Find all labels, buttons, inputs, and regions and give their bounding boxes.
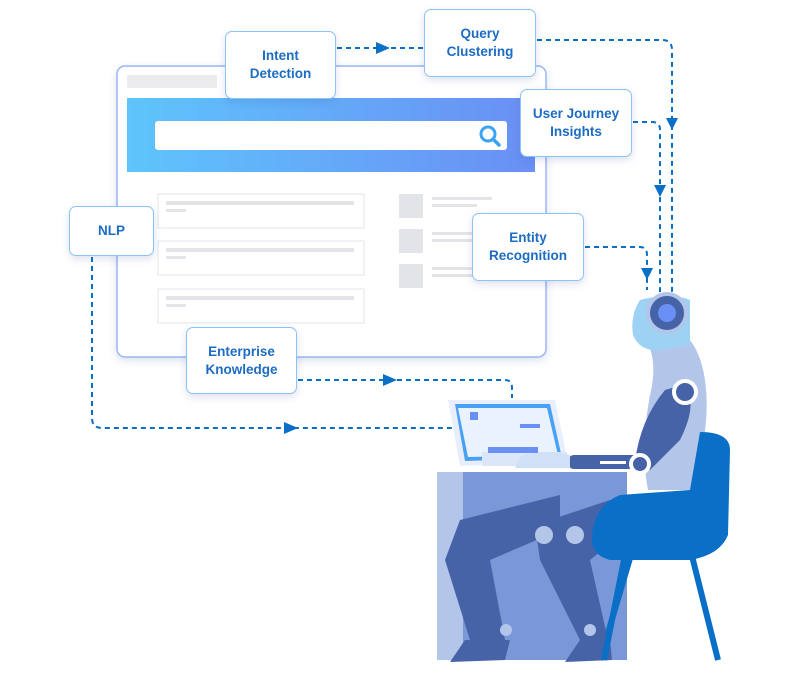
diagram-stage: Intent Detection Query Clustering User J… — [0, 0, 800, 677]
label-intent-detection: Intent Detection — [225, 31, 336, 99]
result-cards — [157, 193, 365, 324]
label-entity-recognition: Entity Recognition — [472, 213, 584, 281]
arrow-down-icon — [666, 118, 678, 130]
arrow-right-icon — [284, 422, 298, 434]
label-user-journey-insights: User Journey Insights — [520, 89, 632, 157]
connector-journey-robot — [633, 121, 661, 292]
arrow-right-icon — [383, 374, 397, 386]
label-nlp: NLP — [69, 206, 154, 256]
arrow-down-icon — [654, 185, 666, 197]
arrow-right-icon — [376, 42, 390, 54]
illustration — [91, 39, 730, 662]
label-query-clustering: Query Clustering — [424, 9, 536, 77]
label-enterprise-knowledge: Enterprise Knowledge — [186, 327, 297, 394]
connector-enterprise-laptop — [298, 379, 513, 398]
title-placeholder — [127, 75, 217, 88]
arrow-down-icon — [641, 268, 653, 280]
browser-window — [116, 65, 547, 358]
search-bar — [155, 121, 507, 150]
connector-entity-robot — [585, 246, 648, 290]
